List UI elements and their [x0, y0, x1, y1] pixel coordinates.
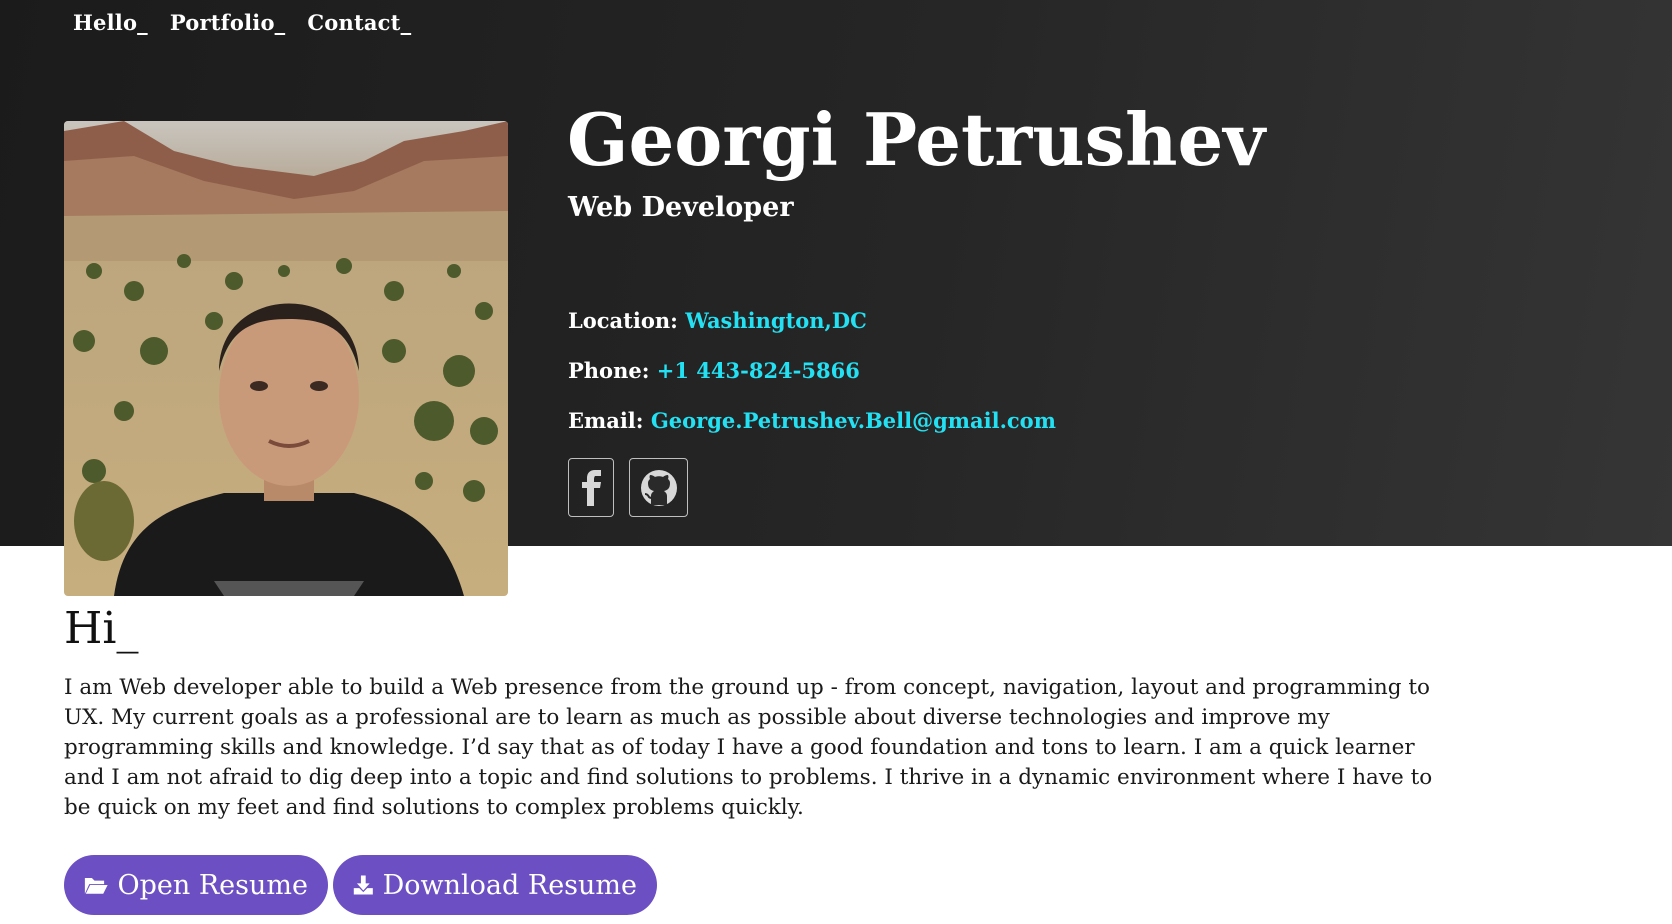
profile-photo: [64, 121, 508, 596]
about-text: I am Web developer able to build a Web p…: [64, 675, 1433, 820]
facebook-link[interactable]: [568, 458, 614, 517]
about-heading: Hi_: [64, 603, 139, 654]
phone-link[interactable]: +1 443-824-5866: [657, 358, 860, 383]
top-nav: Hello_ Portfolio_ Contact_: [73, 10, 411, 35]
download-resume-button[interactable]: Download Resume: [333, 855, 657, 915]
email-label: Email:: [568, 408, 644, 433]
location-row: Location: Washington,DC: [568, 308, 867, 333]
open-resume-label: Open Resume: [117, 869, 308, 901]
phone-row: Phone: +1 443-824-5866: [568, 358, 860, 383]
email-row: Email: George.Petrushev.Bell@gmail.com: [568, 408, 1056, 433]
facebook-icon: [582, 469, 601, 506]
download-resume-label: Download Resume: [382, 869, 637, 901]
nav-contact[interactable]: Contact_: [307, 10, 411, 35]
location-value[interactable]: Washington,DC: [685, 308, 867, 333]
nav-portfolio[interactable]: Portfolio_: [170, 10, 286, 35]
github-link[interactable]: [629, 458, 688, 517]
nav-hello[interactable]: Hello_: [73, 10, 148, 35]
profile-role: Web Developer: [568, 192, 794, 223]
github-icon: [640, 469, 677, 506]
folder-open-icon: [84, 878, 108, 894]
email-link[interactable]: George.Petrushev.Bell@gmail.com: [651, 408, 1056, 433]
open-resume-button[interactable]: Open Resume: [64, 855, 328, 915]
phone-label: Phone:: [568, 358, 650, 383]
location-label: Location:: [568, 308, 678, 333]
profile-name: Georgi Petrushev: [567, 97, 1266, 182]
download-icon: [353, 875, 373, 895]
